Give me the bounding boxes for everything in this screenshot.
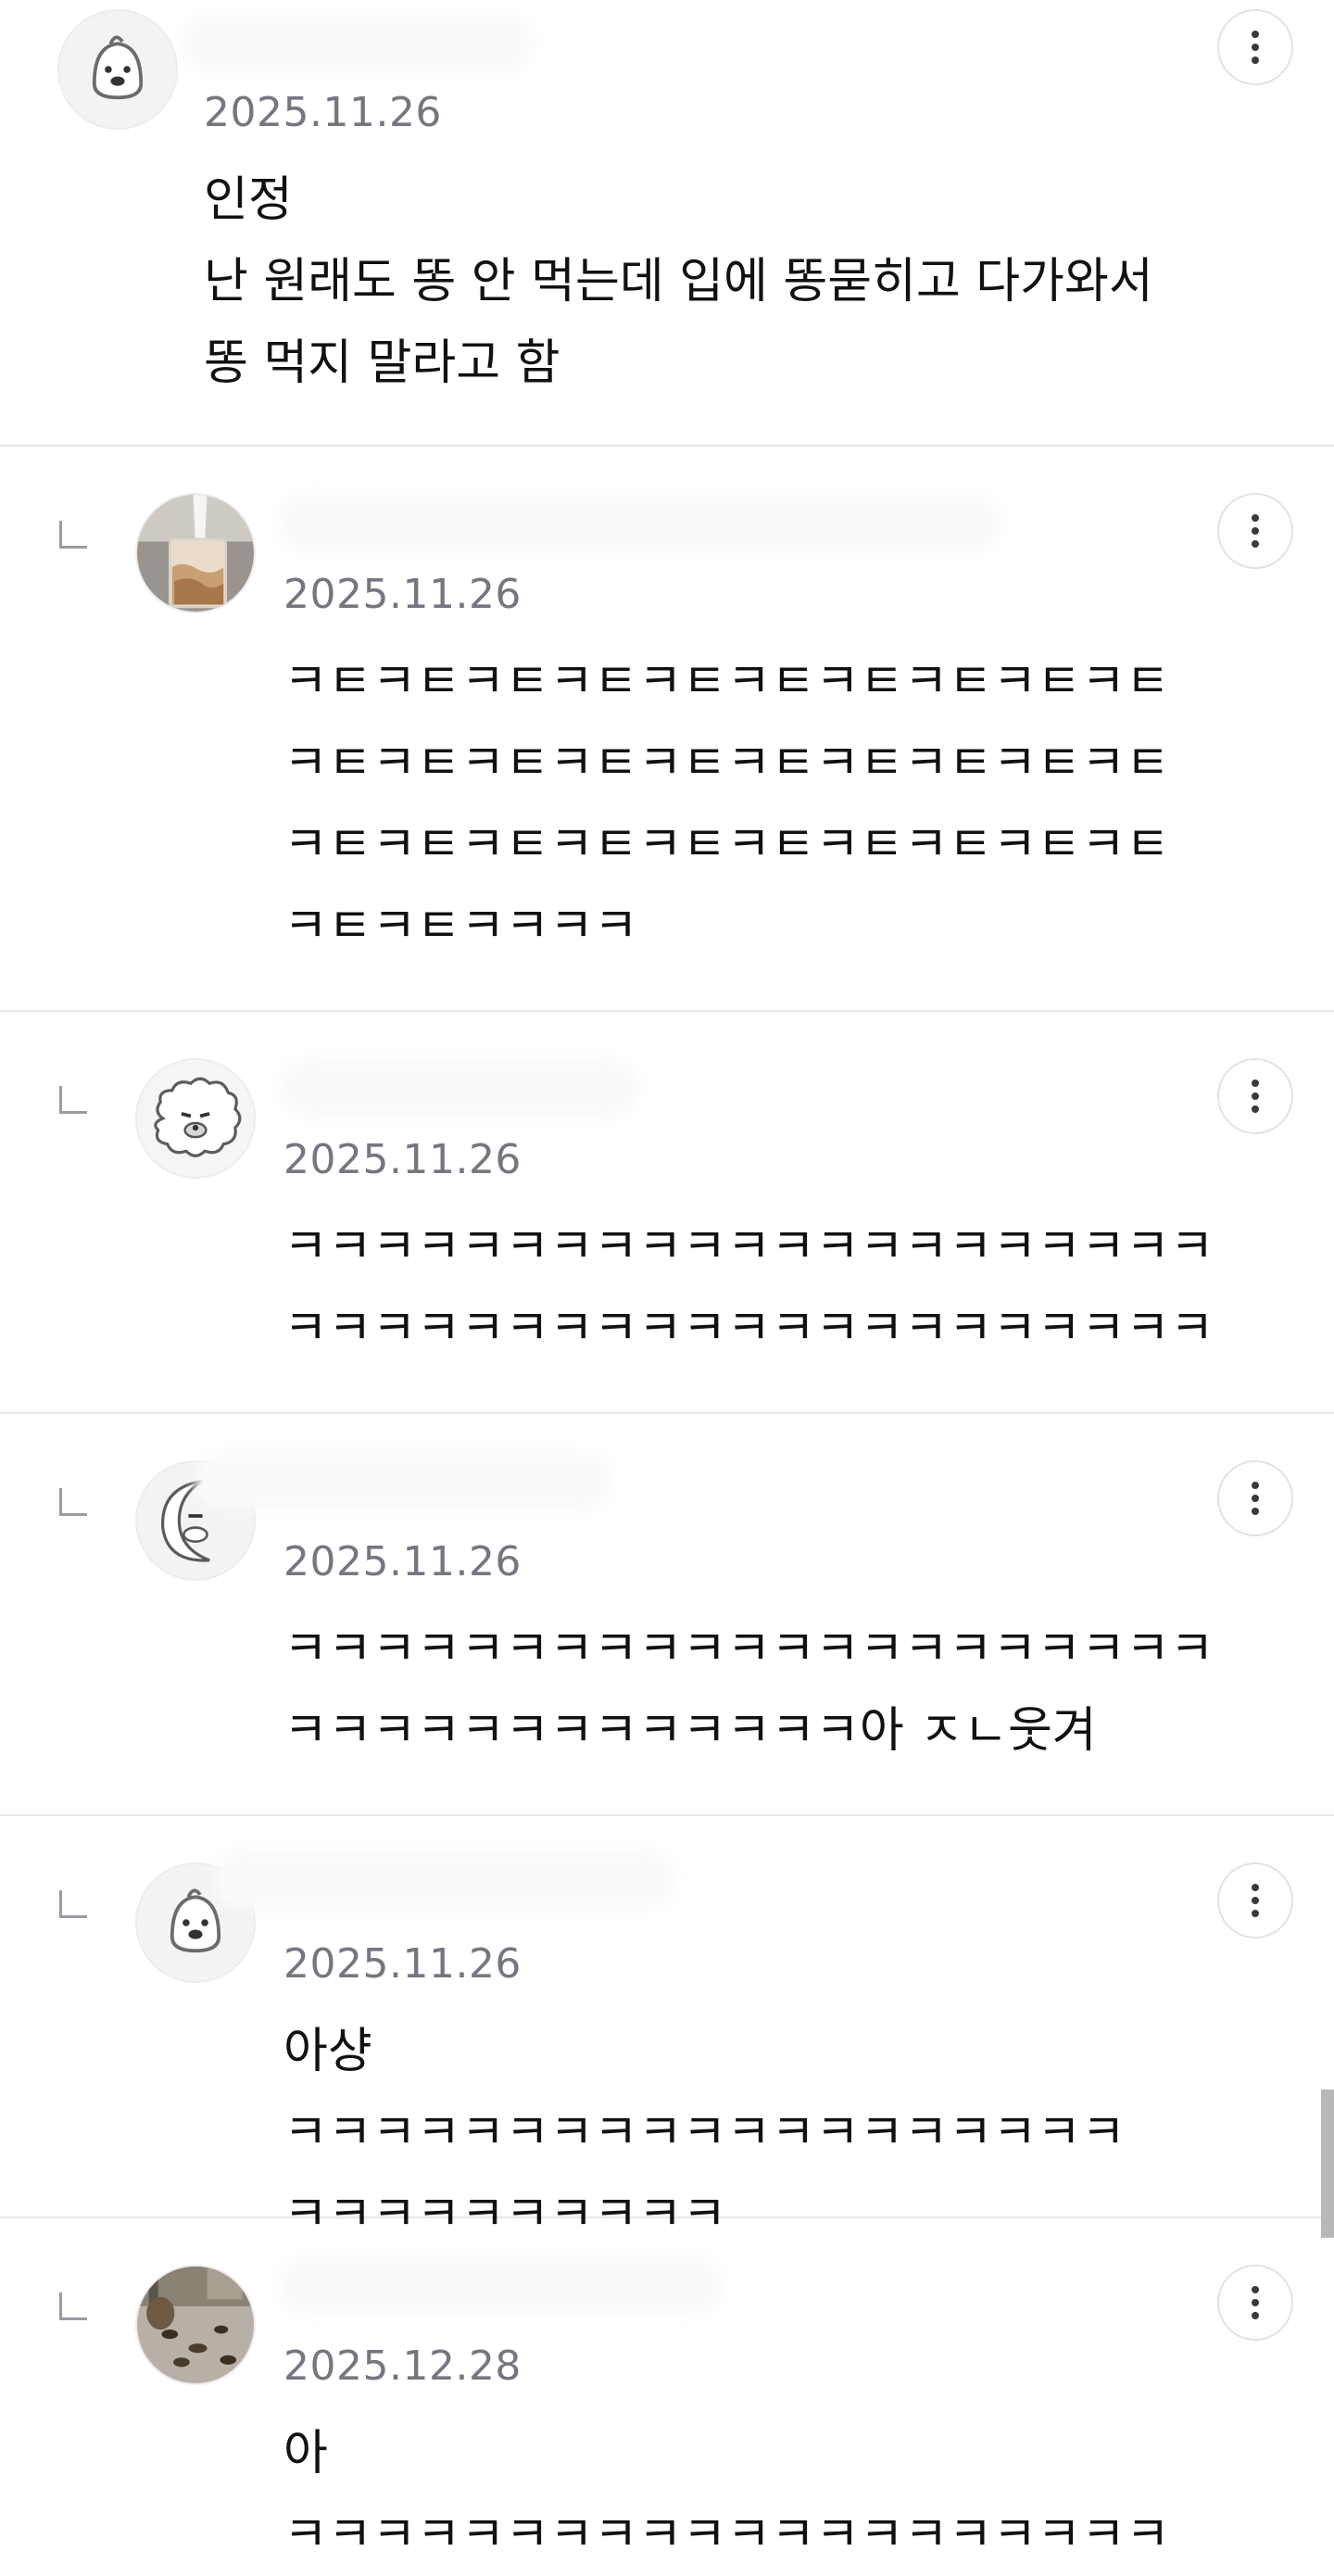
user-avatar[interactable] <box>135 493 256 613</box>
reply-item: 2025.11.26 ㅋㅋㅋㅋㅋㅋㅋㅋㅋㅋㅋㅋㅋㅋㅋㅋㅋㅋㅋㅋㅋ ㅋㅋㅋㅋㅋㅋㅋ… <box>0 1012 1334 1414</box>
username-redacted <box>195 1451 611 1510</box>
username-redacted <box>278 493 1000 552</box>
user-avatar[interactable] <box>135 2265 256 2385</box>
kebab-menu-icon <box>1252 514 1259 522</box>
reply-arrow-icon <box>59 521 87 549</box>
kebab-menu-icon <box>1252 1482 1259 1489</box>
reply-item: 2025.11.26 ㅋㅌㅋㅌㅋㅌㅋㅌㅋㅌㅋㅌㅋㅌㅋㅌㅋㅌㅋㅌ ㅋㅌㅋㅌㅋㅌㅋㅌ… <box>0 447 1334 1012</box>
comment-date: 2025.11.26 <box>283 1940 522 1988</box>
username-redacted <box>278 2255 723 2315</box>
more-options-button[interactable] <box>1217 1863 1293 1938</box>
comment-text: 아 ㅋㅋㅋㅋㅋㅋㅋㅋㅋㅋㅋㅋㅋㅋㅋㅋㅋㅋㅋㅋ <box>283 2426 1170 2563</box>
cartoon-face-icon <box>59 11 176 128</box>
more-options-button[interactable] <box>1217 9 1293 85</box>
reply-arrow-icon <box>59 1890 87 1918</box>
comment-date: 2025.11.26 <box>283 1538 522 1585</box>
comment-date: 2025.11.26 <box>283 571 522 618</box>
sheep-face-icon <box>137 1060 254 1177</box>
more-options-button[interactable] <box>1217 2265 1293 2341</box>
reply-arrow-icon <box>59 1086 87 1114</box>
kebab-menu-icon <box>1252 1884 1259 1891</box>
username-redacted <box>278 1058 639 1118</box>
birds-photo-icon <box>137 2267 254 2383</box>
username-redacted <box>213 1850 676 1909</box>
user-avatar[interactable] <box>135 1058 256 1179</box>
kebab-menu-icon <box>1252 31 1259 38</box>
more-options-button[interactable] <box>1217 1058 1293 1134</box>
reply-arrow-icon <box>59 2292 87 2320</box>
comment-date: 2025.12.28 <box>283 2342 522 2390</box>
reply-arrow-icon <box>59 1488 87 1516</box>
more-options-button[interactable] <box>1217 1460 1293 1536</box>
comment-date: 2025.11.26 <box>283 1136 522 1183</box>
more-options-button[interactable] <box>1217 493 1293 569</box>
reply-item: 2025.11.26 아샹 ㅋㅋㅋㅋㅋㅋㅋㅋㅋㅋㅋㅋㅋㅋㅋㅋㅋㅋㅋ ㅋㅋㅋㅋㅋㅋ… <box>0 1816 1334 2242</box>
kebab-menu-icon <box>1252 1080 1259 1087</box>
reply-item: 2025.12.28 아 ㅋㅋㅋㅋㅋㅋㅋㅋㅋㅋㅋㅋㅋㅋㅋㅋㅋㅋㅋㅋ <box>0 2218 1334 2563</box>
scrollbar-thumb[interactable] <box>1321 2090 1334 2238</box>
kebab-menu-icon <box>1252 2286 1259 2293</box>
comment-text: ㅋㅋㅋㅋㅋㅋㅋㅋㅋㅋㅋㅋㅋㅋㅋㅋㅋㅋㅋㅋㅋ ㅋㅋㅋㅋㅋㅋㅋㅋㅋㅋㅋㅋㅋㅋㅋㅋㅋㅋ… <box>283 1219 1214 1357</box>
comment-text: ㅋㅋㅋㅋㅋㅋㅋㅋㅋㅋㅋㅋㅋㅋㅋㅋㅋㅋㅋㅋㅋ ㅋㅋㅋㅋㅋㅋㅋㅋㅋㅋㅋㅋㅋ아 ㅈㄴ웃… <box>283 1622 1214 1759</box>
comment-date: 2025.11.26 <box>204 89 442 136</box>
reply-item: 2025.11.26 ㅋㅋㅋㅋㅋㅋㅋㅋㅋㅋㅋㅋㅋㅋㅋㅋㅋㅋㅋㅋㅋ ㅋㅋㅋㅋㅋㅋㅋ… <box>0 1414 1334 1816</box>
comment-text: ㅋㅌㅋㅌㅋㅌㅋㅌㅋㅌㅋㅌㅋㅌㅋㅌㅋㅌㅋㅌ ㅋㅌㅋㅌㅋㅌㅋㅌㅋㅌㅋㅌㅋㅌㅋㅌㅋㅌㅋ… <box>283 654 1170 954</box>
comment-item: 2025.11.26 인정 난 원래도 똥 안 먹는데 입에 똥묻히고 다가와서… <box>0 0 1334 447</box>
username-redacted <box>182 13 534 72</box>
milk-tea-photo-icon <box>137 495 254 612</box>
user-avatar[interactable] <box>57 9 178 130</box>
comment-text: 인정 난 원래도 똥 안 먹는데 입에 똥묻히고 다가와서 똥 먹지 말라고 함 <box>204 172 1153 391</box>
